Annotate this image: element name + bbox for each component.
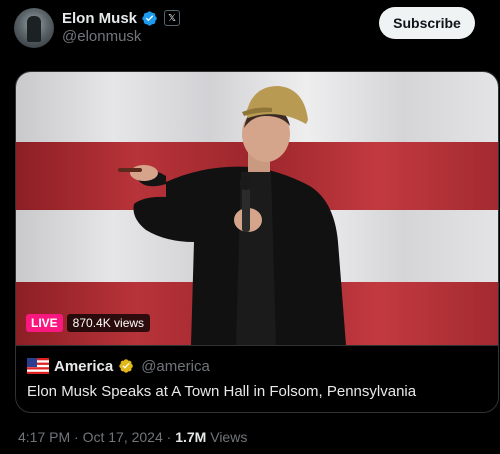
live-badge: LIVE <box>26 314 63 332</box>
verified-badge-icon <box>142 10 157 26</box>
author-name[interactable]: Elon Musk <box>62 10 137 27</box>
card-source-handle[interactable]: @america <box>141 358 210 375</box>
views-count[interactable]: 1.7M <box>175 429 206 445</box>
avatar[interactable] <box>14 8 54 48</box>
subscribe-button[interactable]: Subscribe <box>379 7 475 39</box>
link-card[interactable]: LIVE 870.4K views America @america Elon … <box>15 71 499 413</box>
gold-verified-icon <box>119 359 134 373</box>
speaker-figure <box>118 86 346 345</box>
live-status: LIVE 870.4K views <box>26 314 151 332</box>
avatar-figure <box>27 16 41 42</box>
card-source-row: America @america <box>27 355 210 377</box>
video-media[interactable]: LIVE 870.4K views <box>16 72 498 345</box>
author-handle[interactable]: @elonmusk <box>62 28 141 45</box>
tweet-meta: 4:17 PM · Oct 17, 2024 · 1.7M Views <box>18 429 247 445</box>
live-views-badge: 870.4K views <box>66 314 151 332</box>
author-name-row: Elon Musk 𝕏 <box>62 8 181 28</box>
tweet-time[interactable]: 4:17 PM <box>18 429 70 445</box>
card-source-name[interactable]: America <box>54 358 113 375</box>
meta-separator: · <box>70 429 83 445</box>
meta-separator: · <box>162 429 176 445</box>
card-footer[interactable]: America @america Elon Musk Speaks at A T… <box>16 345 498 412</box>
tweet-header: Elon Musk 𝕏 @elonmusk Subscribe <box>0 0 500 56</box>
tweet-date[interactable]: Oct 17, 2024 <box>83 429 163 445</box>
views-label: Views <box>206 429 248 445</box>
x-affiliation-icon: 𝕏 <box>164 10 181 26</box>
card-title[interactable]: Elon Musk Speaks at A Town Hall in Folso… <box>27 383 416 400</box>
us-flag-icon <box>27 358 49 374</box>
